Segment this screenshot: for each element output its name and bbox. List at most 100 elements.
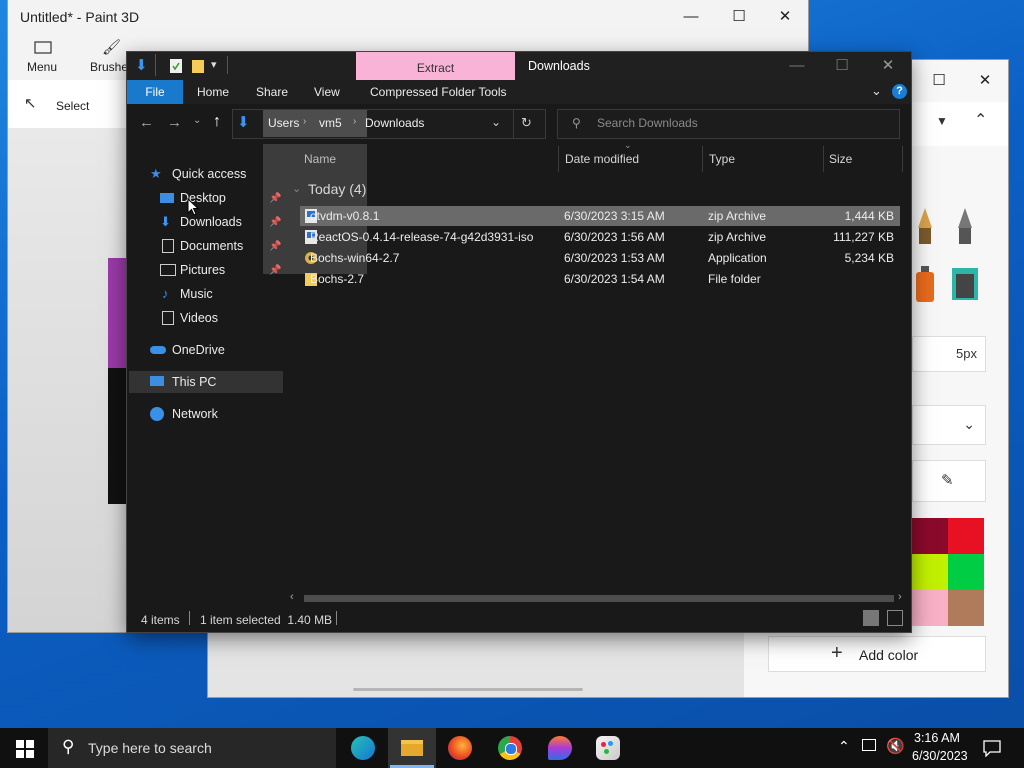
color-swatch[interactable] — [948, 518, 984, 554]
nav-this-pc[interactable]: This PC — [129, 371, 283, 393]
column-separator[interactable] — [702, 146, 703, 172]
tab-file[interactable]: File — [127, 80, 183, 104]
pencil-icon[interactable] — [950, 206, 980, 250]
search-box[interactable]: ⚲ Search Downloads — [557, 109, 900, 139]
new-folder-icon[interactable] — [191, 58, 205, 74]
ribbon-expand-chevron-icon[interactable]: ⌄ — [871, 83, 882, 99]
collapse-chevron-icon: ⌄ — [292, 183, 302, 195]
up-arrow-icon[interactable]: ↑ — [213, 113, 221, 131]
chevron-down-icon[interactable]: ▼ — [936, 114, 948, 128]
eyedropper-button[interactable]: ✎ — [912, 460, 986, 502]
nav-documents-label: Documents — [180, 239, 244, 253]
refresh-icon[interactable]: ↻ — [521, 115, 532, 131]
file-row[interactable]: Bochs-win64-2.7 6/30/2023 1:53 AM Applic… — [300, 248, 900, 268]
cursor-icon[interactable]: ↖ — [24, 94, 37, 112]
download-arrow-icon[interactable]: ⬇ — [135, 56, 148, 74]
chrome-icon[interactable] — [498, 736, 522, 760]
close-icon[interactable]: ✕ — [865, 50, 911, 82]
color-swatch[interactable] — [912, 518, 948, 554]
nav-videos[interactable]: Videos — [127, 307, 285, 329]
tab-home[interactable]: Home — [197, 80, 229, 104]
paint3d-icon[interactable] — [548, 736, 572, 760]
chevron-down-icon: ⌄ — [963, 416, 975, 432]
file-row[interactable]: otvdm-v0.8.1 6/30/2023 3:15 AM zip Archi… — [300, 206, 900, 226]
nav-music[interactable]: ♪ Music — [127, 283, 285, 305]
network-status-icon[interactable] — [862, 739, 876, 751]
address-dropdown-icon[interactable]: ⌄ — [491, 115, 501, 129]
breadcrumb-vm5[interactable]: vm5 — [319, 116, 342, 130]
search-icon: ⚲ — [572, 116, 581, 130]
file-row[interactable]: ReactOS-0.4.14-release-74-g42d3931-iso 6… — [300, 227, 900, 247]
nav-quick-access[interactable]: ★ Quick access — [127, 163, 285, 185]
status-separator — [189, 611, 190, 625]
file-size: 5,234 KB — [844, 251, 894, 265]
clock-time[interactable]: 3:16 AM — [914, 731, 960, 745]
forward-arrow-icon[interactable]: → — [167, 114, 182, 131]
scroll-right-icon[interactable]: › — [898, 591, 902, 603]
paint-palette-icon[interactable] — [596, 736, 620, 760]
firefox-icon[interactable] — [448, 736, 472, 760]
horizontal-scrollbar[interactable]: ‹ › — [286, 590, 911, 606]
nav-desktop[interactable]: Desktop 📌 — [127, 187, 285, 209]
close-icon[interactable]: ✕ — [762, 1, 808, 33]
tab-view[interactable]: View — [314, 80, 340, 104]
back-arrow-icon[interactable]: ← — [139, 114, 154, 131]
maximize-icon[interactable]: ☐ — [916, 65, 962, 97]
file-name: otvdm-v0.8.1 — [310, 209, 380, 223]
volume-muted-icon[interactable]: 🔇 — [886, 737, 905, 755]
column-separator[interactable] — [823, 146, 824, 172]
breadcrumb-downloads[interactable]: Downloads — [365, 116, 424, 130]
close-icon[interactable]: ✕ — [962, 65, 1008, 97]
nav-downloads[interactable]: ⬇ Downloads 📌 — [127, 211, 285, 233]
notification-center-icon[interactable] — [982, 739, 1002, 757]
canvas-scrollbar[interactable] — [353, 688, 583, 691]
column-type[interactable]: Type — [709, 152, 735, 170]
nav-pictures[interactable]: Pictures 📌 — [127, 259, 285, 281]
minimize-icon[interactable]: — — [774, 50, 820, 82]
menu-button[interactable]: Menu — [22, 38, 62, 78]
maximize-icon[interactable]: ☐ — [819, 50, 865, 82]
scroll-left-icon[interactable]: ‹ — [290, 591, 294, 603]
column-separator[interactable] — [902, 146, 903, 172]
tab-share[interactable]: Share — [256, 80, 288, 104]
maximize-icon[interactable]: ☐ — [716, 1, 762, 33]
color-swatch[interactable] — [912, 554, 948, 590]
minimize-icon[interactable]: — — [668, 1, 714, 33]
brush-size-field[interactable]: 5px — [912, 336, 986, 372]
column-separator[interactable] — [558, 146, 559, 172]
nav-onedrive[interactable]: OneDrive — [127, 339, 285, 361]
search-placeholder: Search Downloads — [597, 116, 698, 130]
chevron-up-icon[interactable]: ⌃ — [974, 110, 987, 130]
address-bar[interactable]: ⬇ Users › vm5 › Downloads ⌄ ↻ — [232, 109, 546, 139]
large-icons-view-icon[interactable] — [887, 610, 903, 626]
edge-icon[interactable] — [351, 736, 375, 760]
brush-dropdown[interactable]: ⌄ — [912, 405, 986, 445]
details-view-icon[interactable] — [863, 610, 879, 626]
customize-toolbar-icon[interactable]: ▾ — [211, 58, 217, 71]
windows-start-icon[interactable] — [16, 740, 34, 758]
column-date-modified[interactable]: Date modified — [565, 152, 639, 170]
taskbar-search-box[interactable]: ⚲ Type here to search — [48, 728, 336, 768]
select-label[interactable]: Select — [56, 99, 89, 113]
file-explorer-taskbar-button[interactable] — [388, 728, 436, 768]
scrollbar-thumb[interactable] — [304, 595, 894, 602]
show-hidden-icons-chevron[interactable]: ⌃ — [838, 738, 850, 755]
nav-network[interactable]: Network — [127, 403, 285, 425]
spray-can-icon[interactable] — [910, 264, 940, 304]
pen-icon[interactable] — [910, 206, 940, 250]
extract-context-tab[interactable]: Extract — [356, 52, 515, 80]
column-size[interactable]: Size — [829, 152, 852, 170]
add-color-button[interactable]: + Add color — [768, 636, 986, 672]
recent-locations-icon[interactable]: ⌄ — [193, 115, 201, 126]
nav-documents[interactable]: Documents 📌 — [127, 235, 285, 257]
tab-compressed-folder-tools[interactable]: Compressed Folder Tools — [370, 80, 507, 104]
color-swatch[interactable] — [948, 590, 984, 626]
color-swatch[interactable] — [912, 590, 948, 626]
file-row[interactable]: Bochs-2.7 6/30/2023 1:54 AM File folder — [300, 269, 900, 289]
paint-bucket-icon[interactable] — [950, 264, 980, 304]
help-icon[interactable]: ? — [892, 84, 907, 99]
color-swatch[interactable] — [948, 554, 984, 590]
clock-date[interactable]: 6/30/2023 — [912, 749, 968, 763]
breadcrumb-users[interactable]: Users — [268, 116, 299, 130]
properties-icon[interactable] — [169, 58, 183, 74]
